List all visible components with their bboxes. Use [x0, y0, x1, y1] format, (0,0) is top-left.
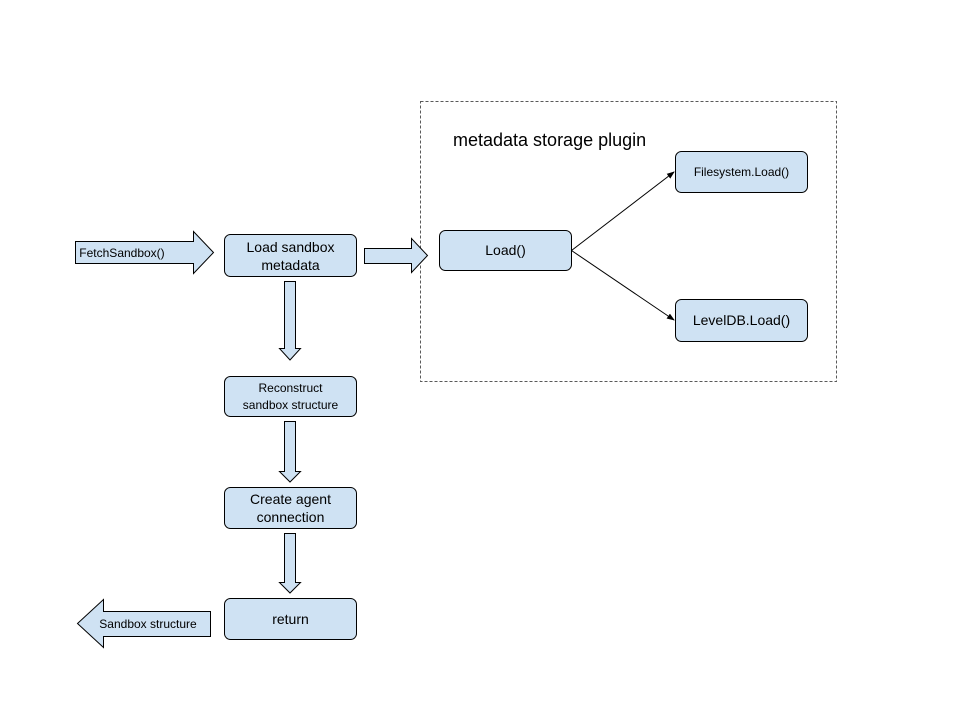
node-create-agent: Create agent connection	[224, 487, 357, 529]
diagram-canvas: metadata storage plugin FetchSandbox() L…	[75, 101, 837, 649]
arrow-to-plugin-load	[364, 237, 429, 274]
node-create-agent-line1: Create agent	[250, 491, 331, 507]
node-create-agent-line2: connection	[257, 509, 325, 525]
edge-load-to-filesystem	[571, 171, 675, 251]
edge-load-to-leveldb	[571, 250, 675, 321]
node-load-sandbox-metadata-line2: metadata	[261, 257, 320, 273]
fetch-sandbox-label: FetchSandbox()	[79, 246, 164, 260]
node-load-sandbox-metadata: Load sandbox metadata	[224, 234, 357, 277]
node-leveldb-load-label: LevelDB.Load()	[693, 312, 790, 328]
node-leveldb-load: LevelDB.Load()	[675, 299, 808, 342]
arrow-down-to-create-agent	[278, 421, 302, 483]
node-return: return	[224, 598, 357, 640]
node-load: Load()	[439, 230, 572, 271]
node-load-label: Load()	[485, 242, 525, 258]
sandbox-structure-label: Sandbox structure	[99, 617, 197, 631]
node-reconstruct-line2: sandbox structure	[243, 398, 339, 412]
arrow-down-to-return	[278, 533, 302, 594]
arrow-down-to-reconstruct	[278, 281, 302, 361]
node-filesystem-load-label: Filesystem.Load()	[694, 165, 789, 179]
fetch-sandbox-arrow: FetchSandbox()	[75, 230, 215, 275]
node-load-sandbox-metadata-line1: Load sandbox	[247, 239, 335, 255]
node-return-label: return	[272, 611, 309, 627]
node-reconstruct: Reconstruct sandbox structure	[224, 376, 357, 417]
sandbox-structure-arrow: Sandbox structure	[76, 598, 211, 649]
plugin-group-title: metadata storage plugin	[453, 130, 646, 150]
node-reconstruct-line1: Reconstruct	[258, 381, 323, 395]
node-filesystem-load: Filesystem.Load()	[675, 151, 808, 193]
